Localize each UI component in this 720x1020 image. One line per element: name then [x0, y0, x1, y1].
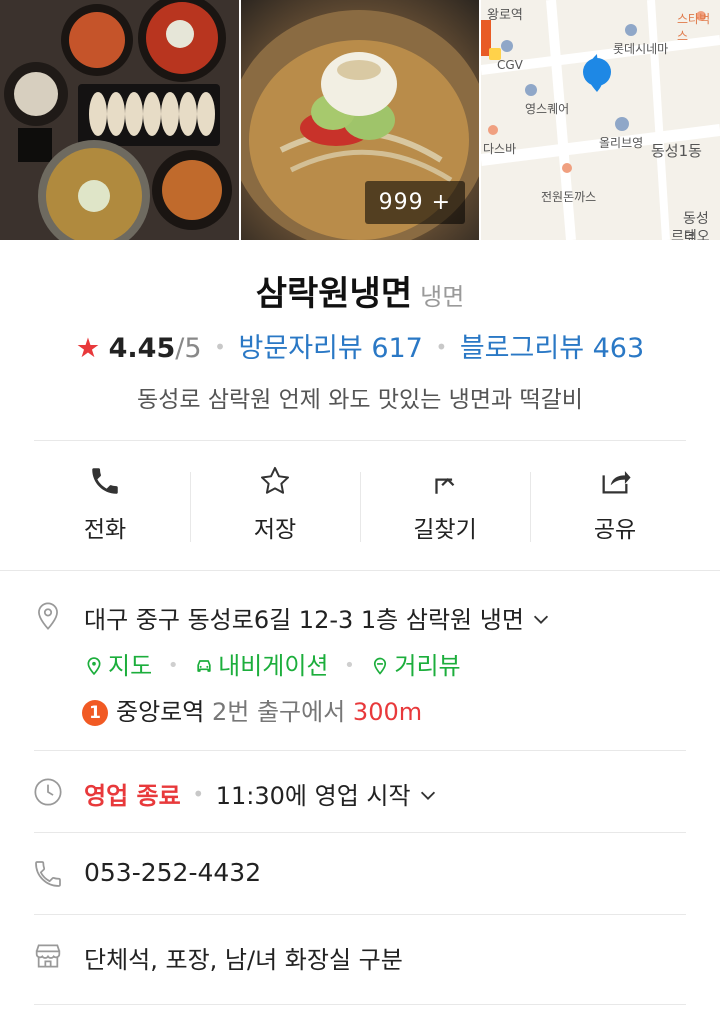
share-button[interactable]: 공유: [530, 448, 700, 560]
star-icon: ★: [75, 333, 101, 364]
phone-icon: [92, 468, 118, 494]
share-label: 공유: [593, 517, 637, 543]
food-photo-naengmyeon[interactable]: 999 +: [241, 0, 479, 240]
divider: [34, 750, 686, 751]
directions-label: 길찾기: [413, 517, 477, 543]
map-pin-icon: [87, 657, 101, 676]
facilities-info: 단체석, 포장, 남/녀 화장실 구분: [84, 946, 403, 974]
chevron-down-icon[interactable]: [530, 608, 552, 630]
save-button[interactable]: 저장: [190, 448, 360, 560]
action-bar: 전화 저장 길찾기 공유: [20, 448, 700, 560]
map-link-label: 지도: [108, 652, 153, 680]
map-label-bar: 다스바: [483, 142, 517, 156]
subway-line-badge: 1: [82, 700, 108, 726]
separator-dot: •: [214, 335, 226, 359]
chevron-down-icon[interactable]: [417, 784, 439, 806]
rating-score: 4.45: [108, 333, 176, 364]
map-label-square: 영스퀘어: [525, 102, 570, 116]
subway-exit: 2번 출구에서: [211, 698, 346, 726]
map-label-rodeo: 르데오: [671, 229, 710, 240]
navigation-link-label: 내비게이션: [218, 652, 329, 680]
car-icon: [197, 660, 211, 672]
subway-distance: 300m: [352, 698, 423, 726]
divider: [34, 440, 686, 441]
map-label-cinema: 롯데시네마: [613, 42, 669, 56]
divider: [34, 1004, 686, 1005]
place-category: 냉면: [420, 283, 465, 311]
place-name: 삼락원냉면: [255, 274, 413, 314]
save-label: 저장: [253, 517, 297, 543]
divider: [0, 570, 720, 571]
photo-gallery[interactable]: 999 + 왕로역 스타벅스 롯데시네마 CGV 영스퀘어 올리브영 동성1동 …: [0, 0, 720, 240]
separator-dot: •: [435, 335, 448, 359]
visitor-reviews-link[interactable]: 방문자리뷰 617: [239, 333, 423, 364]
food-photo-set-menu[interactable]: [0, 0, 239, 240]
map-link[interactable]: 지도: [84, 652, 152, 680]
street-view-link[interactable]: 거리뷰: [370, 652, 461, 680]
phone-number[interactable]: 053-252-4432: [84, 858, 261, 887]
map-links: 지도 • 내비게이션 • 거리뷰: [84, 646, 461, 681]
blog-reviews-link[interactable]: 블로그리뷰 463: [460, 333, 644, 364]
map-label-starbucks: 스타벅스: [677, 12, 711, 43]
business-status: 영업 종료: [84, 782, 181, 810]
map-label-tonkatsu: 전원돈까스: [541, 190, 597, 204]
map-label-district: 동성1동: [651, 142, 702, 160]
directions-icon: [435, 477, 455, 494]
address-text: 대구 중구 동성로6길 12-3 1층 삼락원 냉면: [84, 606, 524, 634]
food-photo-illustration: [0, 0, 239, 240]
star-outline-icon: [260, 466, 290, 494]
call-label: 전화: [83, 517, 127, 543]
phone-icon: [35, 861, 61, 887]
next-opening: 11:30에 영업 시작: [215, 782, 411, 810]
navigation-link[interactable]: 내비게이션: [194, 652, 328, 680]
separator-dot: •: [344, 655, 355, 676]
store-icon: [35, 944, 61, 968]
map-label-station: 왕로역: [487, 8, 523, 23]
rating-row: ★ 4.45/5 • 방문자리뷰 617 • 블로그리뷰 463: [0, 326, 720, 365]
clock-icon: [34, 778, 62, 806]
divider: [34, 832, 686, 833]
divider: [34, 914, 686, 915]
location-pin-icon: [38, 602, 58, 630]
location-map-thumbnail[interactable]: 왕로역 스타벅스 롯데시네마 CGV 영스퀘어 올리브영 동성1동 다스바 전원…: [481, 0, 720, 240]
place-description: 동성로 삼락원 언제 와도 맛있는 냉면과 떡갈비: [137, 387, 583, 413]
street-view-icon: [374, 657, 387, 675]
share-icon: [602, 471, 631, 494]
place-header: 삼락원냉면 냉면: [0, 266, 720, 315]
subway-station: 중앙로역: [116, 698, 205, 726]
photo-count-badge[interactable]: 999 +: [364, 181, 465, 224]
directions-button[interactable]: 길찾기: [360, 448, 530, 560]
separator-dot: •: [167, 655, 179, 676]
rating-max: /5: [175, 333, 202, 364]
map-label-cgv: CGV: [497, 58, 523, 72]
map-label-oliveyoung: 올리브영: [599, 136, 644, 150]
business-hours-row[interactable]: 영업 종료 • 11:30에 영업 시작: [84, 776, 439, 811]
subway-info: 1 중앙로역 2번 출구에서 300m: [82, 692, 422, 727]
address-row[interactable]: 대구 중구 동성로6길 12-3 1층 삼락원 냉면: [84, 600, 552, 635]
street-view-link-label: 거리뷰: [394, 652, 461, 680]
separator-dot: •: [192, 782, 205, 806]
call-button[interactable]: 전화: [20, 448, 190, 560]
